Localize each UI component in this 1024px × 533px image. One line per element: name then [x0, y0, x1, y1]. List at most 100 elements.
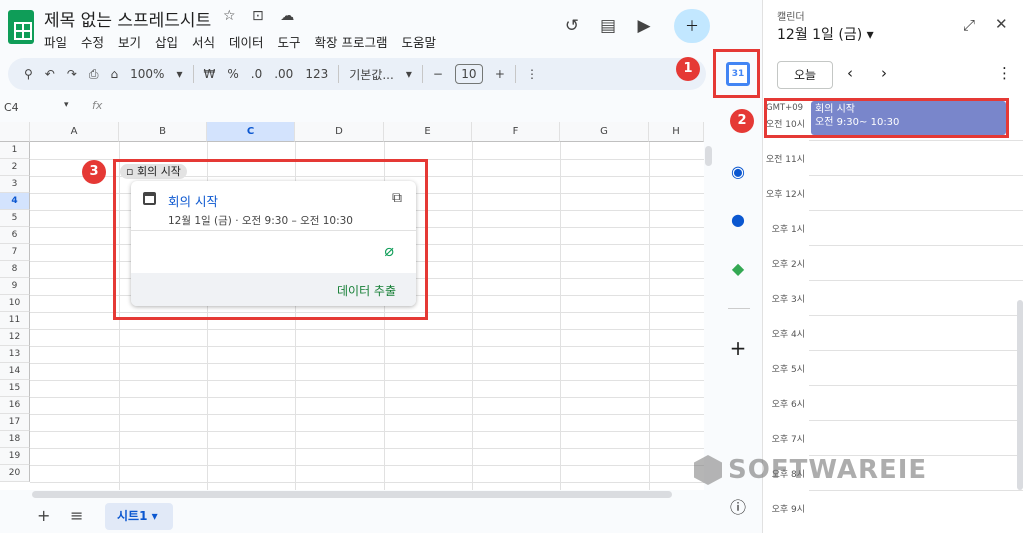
- column-header-e[interactable]: E: [384, 122, 472, 142]
- font-select[interactable]: 기본값...: [343, 66, 400, 83]
- row-header-8[interactable]: 8: [0, 261, 30, 278]
- more-formats-button[interactable]: 123: [299, 67, 334, 81]
- chevron-left-icon[interactable]: ‹: [847, 64, 853, 82]
- star-icon[interactable]: ☆: [223, 8, 236, 24]
- row-header-1[interactable]: 1: [0, 142, 30, 159]
- menu-data[interactable]: 데이터: [229, 35, 264, 50]
- font-size-increase-button[interactable]: +: [489, 67, 511, 81]
- row-header-2[interactable]: 2: [0, 159, 30, 176]
- row-header-3[interactable]: 3: [0, 176, 30, 193]
- document-title[interactable]: 제목 없는 스프레드시트: [44, 6, 211, 31]
- row-header-17[interactable]: 17: [0, 414, 30, 431]
- row-header-19[interactable]: 19: [0, 448, 30, 465]
- sheets-logo-icon[interactable]: [8, 10, 34, 44]
- row-header-15[interactable]: 15: [0, 380, 30, 397]
- row-header-20[interactable]: 20: [0, 465, 30, 482]
- grid-line: [30, 397, 704, 398]
- callout-badge-3: 3: [82, 160, 106, 184]
- hour-line: [809, 420, 1023, 421]
- today-button[interactable]: 오늘: [777, 61, 833, 89]
- menu-view[interactable]: 보기: [118, 35, 141, 50]
- row-header-10[interactable]: 10: [0, 295, 30, 312]
- menu-edit[interactable]: 수정: [81, 35, 104, 50]
- row-header-4[interactable]: 4: [0, 193, 30, 210]
- chevron-right-icon[interactable]: ›: [881, 64, 887, 82]
- calendar-date: 12월 1일 (금): [777, 27, 863, 43]
- toolbar: ⚲ ↶ ↷ ⎙ ⌂ 100% ▾ ₩ % .0 .00 123 기본값... ▾…: [8, 58, 706, 90]
- row-header-7[interactable]: 7: [0, 244, 30, 261]
- row-header-9[interactable]: 9: [0, 278, 30, 295]
- name-box[interactable]: C4: [4, 101, 19, 114]
- meet-icon[interactable]: ▶: [626, 8, 662, 44]
- menu-insert[interactable]: 삽입: [155, 35, 178, 50]
- menu-help[interactable]: 도움말: [401, 35, 436, 50]
- chevron-down-icon[interactable]: ▾: [64, 100, 69, 110]
- corner-cell[interactable]: [0, 122, 30, 142]
- chevron-down-icon[interactable]: ▾: [170, 67, 188, 81]
- grid-line: [472, 142, 473, 490]
- grid-line: [30, 431, 704, 432]
- add-addon-icon[interactable]: +: [726, 336, 750, 360]
- chevron-down-icon[interactable]: ▾: [400, 67, 418, 81]
- menu-format[interactable]: 서식: [192, 35, 215, 50]
- hour-line: [809, 175, 1023, 176]
- currency-format-button[interactable]: ₩: [198, 67, 222, 81]
- row-header-18[interactable]: 18: [0, 431, 30, 448]
- more-options-icon[interactable]: ⋮: [997, 64, 1012, 82]
- more-options-icon[interactable]: ⋮: [520, 67, 544, 81]
- paint-format-icon[interactable]: ⌂: [105, 67, 125, 81]
- row-header-14[interactable]: 14: [0, 363, 30, 380]
- watermark-logo-icon: [694, 455, 722, 485]
- share-button[interactable]: ＋: [674, 9, 710, 43]
- row-header-11[interactable]: 11: [0, 312, 30, 329]
- percent-format-button[interactable]: %: [221, 67, 244, 81]
- highlight-box: [713, 49, 760, 98]
- comments-icon[interactable]: ▤: [590, 8, 626, 44]
- panel-scrollbar[interactable]: [1017, 300, 1023, 490]
- open-in-new-icon[interactable]: ⤢: [963, 16, 975, 34]
- tasks-icon[interactable]: ◉: [726, 160, 750, 184]
- column-header-b[interactable]: B: [119, 122, 207, 142]
- decrease-decimal-button[interactable]: .0: [245, 67, 268, 81]
- hour-label: 오후 4시: [771, 330, 805, 340]
- hour-line: [809, 490, 1023, 491]
- menu-tools[interactable]: 도구: [278, 35, 301, 50]
- calendar-date-select[interactable]: 12월 1일 (금) ▾: [777, 24, 874, 44]
- move-folder-icon[interactable]: ⊡: [252, 8, 264, 24]
- toolbar-divider: [192, 65, 194, 83]
- column-header-a[interactable]: A: [30, 122, 119, 142]
- row-header-13[interactable]: 13: [0, 346, 30, 363]
- row-header-6[interactable]: 6: [0, 227, 30, 244]
- column-header-f[interactable]: F: [472, 122, 560, 142]
- cloud-status-icon[interactable]: ☁: [280, 8, 294, 24]
- font-size-decrease-button[interactable]: −: [427, 67, 449, 81]
- highlight-box: [113, 159, 428, 320]
- maps-icon[interactable]: ◆: [726, 257, 750, 281]
- row-header-12[interactable]: 12: [0, 329, 30, 346]
- column-header-h[interactable]: H: [649, 122, 704, 142]
- formula-bar: C4 ▾ fx: [0, 96, 710, 120]
- horizontal-scrollbar[interactable]: [32, 491, 672, 498]
- print-icon[interactable]: ⎙: [83, 67, 105, 82]
- font-size-input[interactable]: 10: [454, 64, 483, 84]
- redo-icon[interactable]: ↷: [61, 67, 83, 81]
- vertical-scrollbar[interactable]: [705, 146, 712, 166]
- menu-file[interactable]: 파일: [44, 35, 67, 50]
- info-icon[interactable]: ⓘ: [726, 496, 750, 520]
- increase-decimal-button[interactable]: .00: [268, 67, 299, 81]
- close-icon[interactable]: ✕: [995, 15, 1008, 33]
- undo-icon[interactable]: ↶: [39, 67, 61, 81]
- search-icon[interactable]: ⚲: [18, 67, 39, 81]
- history-icon[interactable]: ↺: [554, 8, 590, 44]
- row-header-16[interactable]: 16: [0, 397, 30, 414]
- column-header-c[interactable]: C: [207, 122, 295, 142]
- all-sheets-icon[interactable]: ≡: [70, 506, 83, 525]
- column-header-d[interactable]: D: [295, 122, 384, 142]
- add-sheet-icon[interactable]: +: [37, 506, 50, 525]
- row-header-5[interactable]: 5: [0, 210, 30, 227]
- sheet-tab[interactable]: 시트1 ▾: [105, 503, 173, 530]
- zoom-select[interactable]: 100%: [124, 67, 170, 81]
- column-header-g[interactable]: G: [560, 122, 649, 142]
- contacts-icon[interactable]: ●: [726, 208, 750, 232]
- menu-extensions[interactable]: 확장 프로그램: [315, 35, 388, 50]
